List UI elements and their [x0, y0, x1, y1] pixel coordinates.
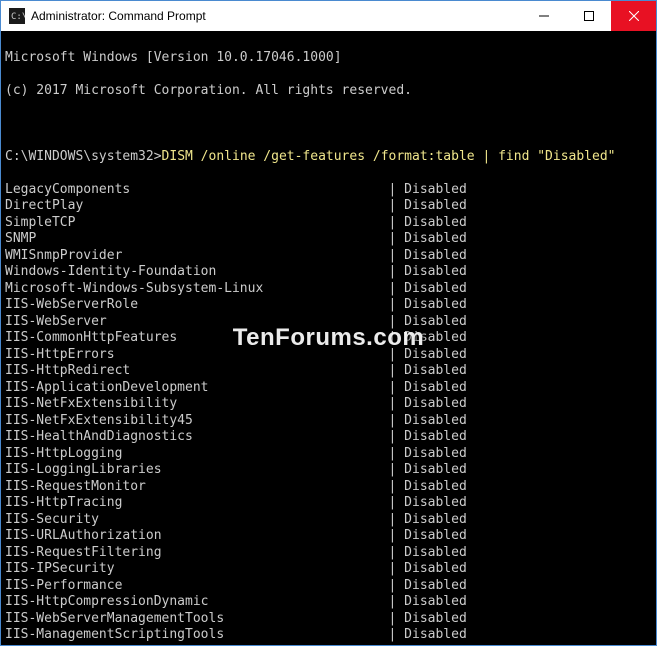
table-row: IIS-HttpTracing | Disabled — [5, 495, 652, 512]
table-row: SNMP | Disabled — [5, 231, 652, 248]
window-controls — [521, 1, 656, 31]
terminal-area[interactable]: Microsoft Windows [Version 10.0.17046.10… — [1, 31, 656, 645]
table-row: IIS-HttpRedirect | Disabled — [5, 363, 652, 380]
table-row: IIS-IPSecurity | Disabled — [5, 561, 652, 578]
table-row: WMISnmpProvider | Disabled — [5, 248, 652, 265]
command-prompt-window: C:\ Administrator: Command Prompt Micros… — [0, 0, 657, 646]
blank-line — [5, 116, 652, 133]
table-row: IIS-NetFxExtensibility45 | Disabled — [5, 413, 652, 430]
table-row: IIS-NetFxExtensibility | Disabled — [5, 396, 652, 413]
table-row: IIS-HttpCompressionDynamic | Disabled — [5, 594, 652, 611]
table-row: IIS-WebServerManagementTools | Disabled — [5, 611, 652, 628]
maximize-button[interactable] — [566, 1, 611, 31]
output-table: LegacyComponents | DisabledDirectPlay | … — [5, 182, 652, 646]
table-row: LegacyComponents | Disabled — [5, 182, 652, 199]
close-button[interactable] — [611, 1, 656, 31]
prompt-line: C:\WINDOWS\system32>DISM /online /get-fe… — [5, 149, 652, 166]
table-row: IIS-IIS6ManagementCompatibility | Disabl… — [5, 644, 652, 646]
table-row: IIS-Performance | Disabled — [5, 578, 652, 595]
table-row: IIS-RequestFiltering | Disabled — [5, 545, 652, 562]
command-text: DISM /online /get-features /format:table… — [162, 149, 616, 164]
table-row: IIS-URLAuthorization | Disabled — [5, 528, 652, 545]
prompt-text: C:\WINDOWS\system32> — [5, 149, 162, 164]
table-row: IIS-RequestMonitor | Disabled — [5, 479, 652, 496]
titlebar[interactable]: C:\ Administrator: Command Prompt — [1, 1, 656, 31]
table-row: Windows-Identity-Foundation | Disabled — [5, 264, 652, 281]
table-row: IIS-HttpLogging | Disabled — [5, 446, 652, 463]
minimize-button[interactable] — [521, 1, 566, 31]
table-row: IIS-HealthAndDiagnostics | Disabled — [5, 429, 652, 446]
cmd-icon: C:\ — [9, 8, 25, 24]
table-row: IIS-CommonHttpFeatures | Disabled — [5, 330, 652, 347]
table-row: SimpleTCP | Disabled — [5, 215, 652, 232]
svg-text:C:\: C:\ — [11, 12, 25, 22]
table-row: Microsoft-Windows-Subsystem-Linux | Disa… — [5, 281, 652, 298]
table-row: IIS-Security | Disabled — [5, 512, 652, 529]
table-row: IIS-ManagementScriptingTools | Disabled — [5, 627, 652, 644]
table-row: IIS-WebServerRole | Disabled — [5, 297, 652, 314]
table-row: IIS-HttpErrors | Disabled — [5, 347, 652, 364]
table-row: DirectPlay | Disabled — [5, 198, 652, 215]
table-row: IIS-WebServer | Disabled — [5, 314, 652, 331]
copyright-line: (c) 2017 Microsoft Corporation. All righ… — [5, 83, 652, 100]
table-row: IIS-ApplicationDevelopment | Disabled — [5, 380, 652, 397]
table-row: IIS-LoggingLibraries | Disabled — [5, 462, 652, 479]
window-title: Administrator: Command Prompt — [31, 9, 521, 23]
version-line: Microsoft Windows [Version 10.0.17046.10… — [5, 50, 652, 67]
